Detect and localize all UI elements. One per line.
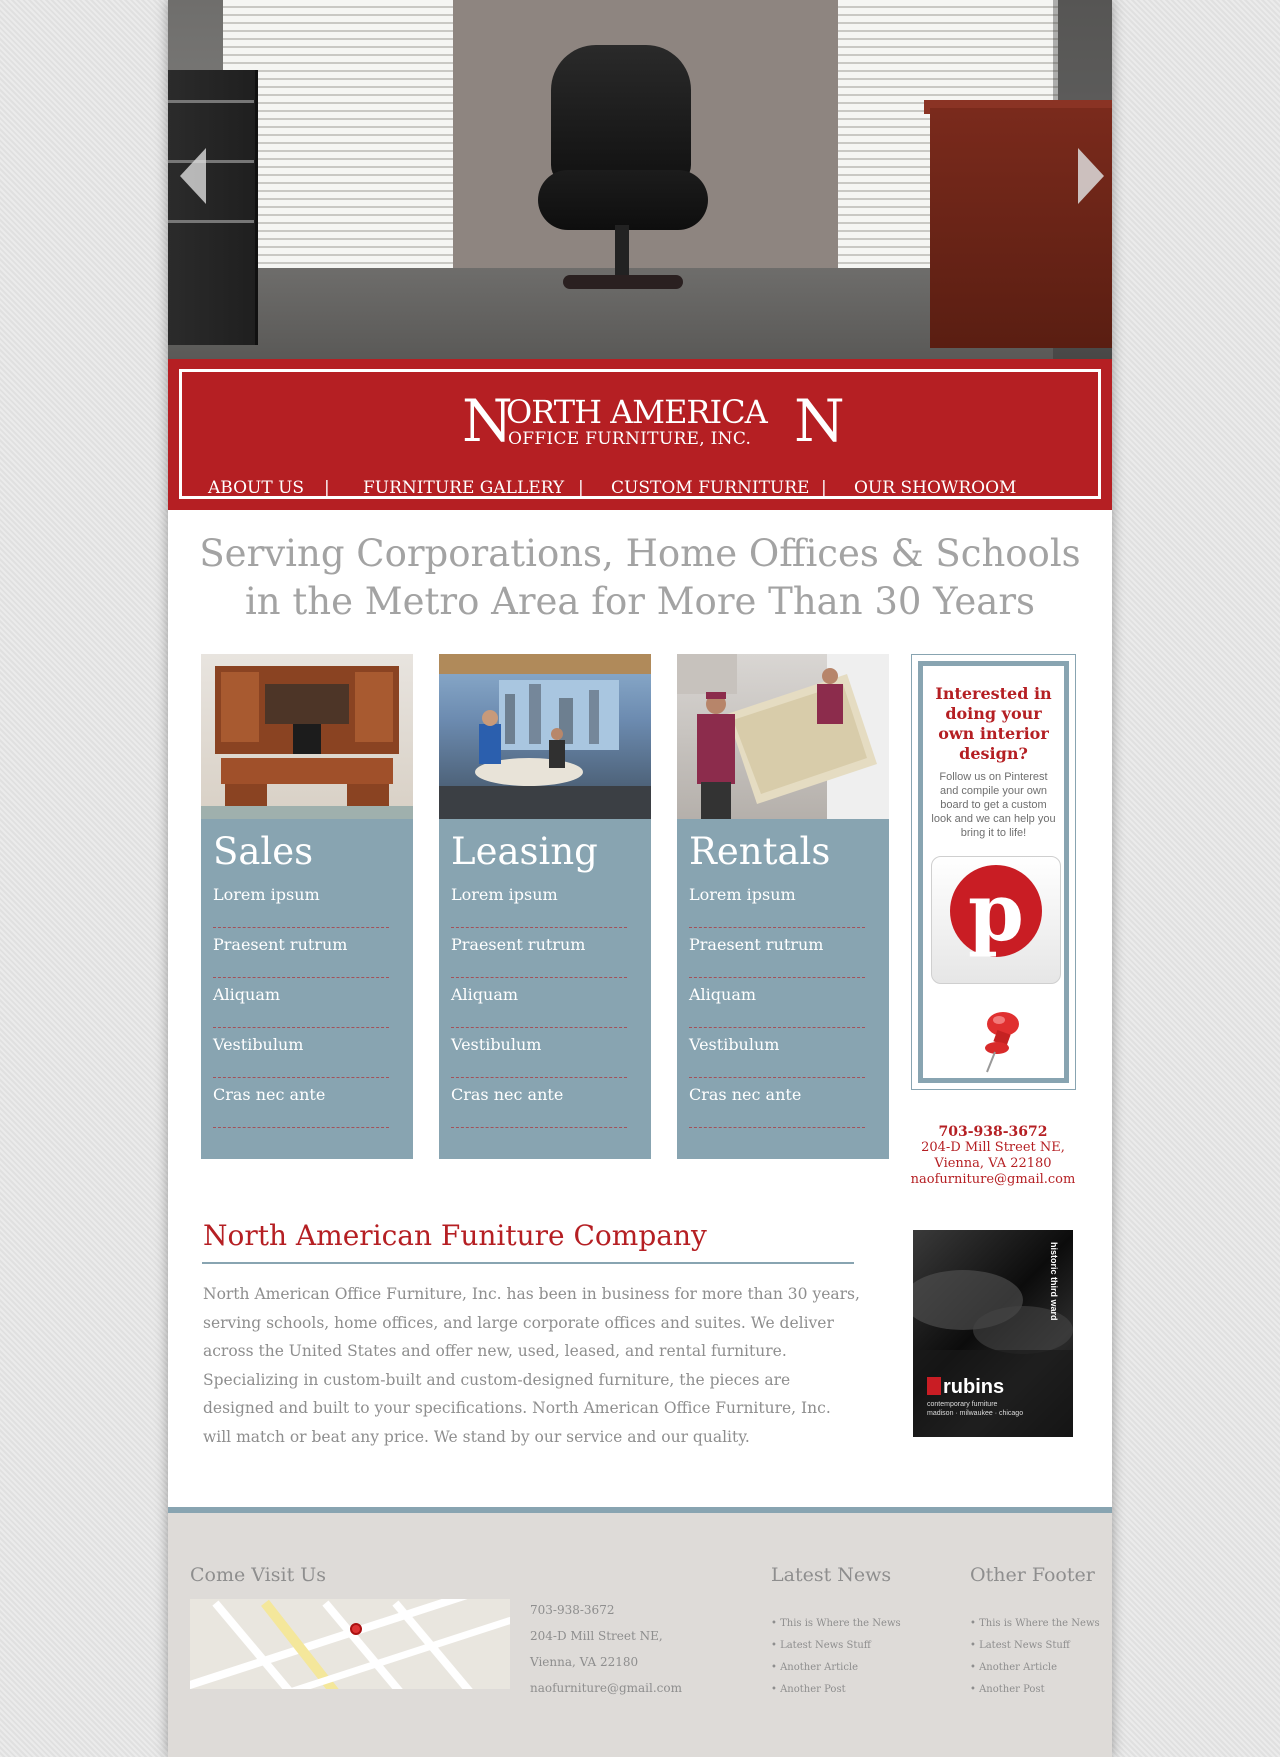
footer-news-link[interactable]: Latest News Stuff bbox=[771, 1635, 901, 1657]
nav-our-showroom[interactable]: OUR SHOWROOM bbox=[854, 476, 1016, 500]
ad-brand: rubins bbox=[927, 1376, 1004, 1398]
rubins-ad[interactable]: rubins contemporary furniture madison · … bbox=[913, 1230, 1073, 1437]
office-chair-seat bbox=[538, 170, 708, 230]
sales-photo bbox=[201, 654, 413, 819]
ad-subtitle: contemporary furniture bbox=[927, 1401, 998, 1408]
service-item[interactable]: Praesent rutrum bbox=[213, 928, 389, 978]
nav-custom-furniture[interactable]: CUSTOM FURNITURE bbox=[611, 476, 809, 500]
contact-street: 204-D Mill Street NE, bbox=[921, 1140, 1065, 1155]
footer-other-list: This is Where the News Latest News Stuff… bbox=[970, 1613, 1100, 1701]
ad-side-text: historic third ward bbox=[1049, 1242, 1059, 1321]
footer-other-title: Other Footer bbox=[970, 1564, 1095, 1586]
pushpin-icon bbox=[985, 1012, 1019, 1073]
office-chair-pole bbox=[615, 225, 629, 280]
footer-news-link[interactable]: This is Where the News bbox=[771, 1613, 901, 1635]
footer-news-link[interactable]: Another Post bbox=[771, 1679, 901, 1701]
office-chair-base bbox=[563, 275, 683, 289]
about-divider bbox=[202, 1262, 854, 1264]
contact-email[interactable]: naofurniture@gmail.com bbox=[903, 1172, 1083, 1188]
contact-phone[interactable]: 703-938-3672 bbox=[903, 1124, 1083, 1140]
footer-street: 204-D Mill Street NE, bbox=[530, 1629, 663, 1643]
rentals-photo bbox=[677, 654, 889, 819]
nav-separator: | bbox=[821, 478, 827, 498]
footer-contact: 703-938-3672 204-D Mill Street NE, Vienn… bbox=[530, 1597, 730, 1701]
footer-news-list: This is Where the News Latest News Stuff… bbox=[771, 1613, 901, 1701]
footer-other-link[interactable]: Latest News Stuff bbox=[970, 1635, 1100, 1657]
footer-news-title: Latest News bbox=[771, 1564, 892, 1586]
service-item[interactable]: Lorem ipsum bbox=[213, 878, 389, 928]
about-title: North American Funiture Company bbox=[203, 1219, 707, 1252]
pinterest-logo-button[interactable]: p bbox=[931, 856, 1061, 984]
nav-separator: | bbox=[578, 478, 584, 498]
service-item[interactable]: Cras nec ante bbox=[451, 1078, 627, 1128]
service-item[interactable]: Aliquam bbox=[213, 978, 389, 1028]
tagline: Serving Corporations, Home Offices & Sch… bbox=[168, 530, 1112, 626]
pinterest-promo-frame: Interested in doing your own interior de… bbox=[918, 661, 1069, 1083]
service-list-leasing: Lorem ipsum Praesent rutrum Aliquam Vest… bbox=[451, 878, 627, 1128]
pinterest-icon: p bbox=[950, 865, 1042, 959]
about-body: North American Office Furniture, Inc. ha… bbox=[203, 1285, 860, 1446]
service-title-leasing: Leasing bbox=[451, 830, 598, 873]
service-list-rentals: Lorem ipsum Praesent rutrum Aliquam Vest… bbox=[689, 878, 865, 1128]
pinterest-promo-text: Follow us on Pinterest and compile your … bbox=[931, 771, 1056, 839]
pinterest-promo-title: Interested in doing your own interior de… bbox=[935, 684, 1052, 763]
service-list-sales: Lorem ipsum Praesent rutrum Aliquam Vest… bbox=[213, 878, 389, 1128]
service-item[interactable]: Praesent rutrum bbox=[451, 928, 627, 978]
map-marker-icon bbox=[350, 1623, 362, 1635]
header-frame: N ORTH AMERICA N OFFICE FURNITURE, INC. … bbox=[179, 369, 1101, 499]
service-title-sales: Sales bbox=[213, 830, 314, 873]
desk-image bbox=[930, 108, 1112, 348]
footer-visit-title: Come Visit Us bbox=[190, 1564, 327, 1586]
contact-city: Vienna, VA 22180 bbox=[934, 1156, 1052, 1171]
pinterest-promo: Interested in doing your own interior de… bbox=[911, 654, 1076, 1090]
site-footer: Come Visit Us 703-938-3672 204-D Mill St… bbox=[168, 1507, 1112, 1757]
logo-line1: ORTH AMERICA bbox=[506, 393, 768, 431]
contact-info: 703-938-3672 204-D Mill Street NE, Vienn… bbox=[903, 1124, 1083, 1188]
service-item[interactable]: Aliquam bbox=[689, 978, 865, 1028]
service-item[interactable]: Aliquam bbox=[451, 978, 627, 1028]
nav-separator: | bbox=[324, 478, 330, 498]
service-item[interactable]: Cras nec ante bbox=[689, 1078, 865, 1128]
footer-other-link[interactable]: Another Post bbox=[970, 1679, 1100, 1701]
service-card-rentals: Rentals Lorem ipsum Praesent rutrum Aliq… bbox=[677, 654, 889, 1159]
service-item[interactable]: Vestibulum bbox=[451, 1028, 627, 1078]
footer-other-link[interactable]: This is Where the News bbox=[970, 1613, 1100, 1635]
footer-other-link[interactable]: Another Article bbox=[970, 1657, 1100, 1679]
ad-sub: contemporary furniture madison · milwauk… bbox=[927, 1400, 1023, 1418]
leasing-photo bbox=[439, 654, 651, 819]
nav-about-us[interactable]: ABOUT US bbox=[208, 476, 304, 500]
file-cabinet-image bbox=[168, 70, 258, 345]
site-header: N ORTH AMERICA N OFFICE FURNITURE, INC. … bbox=[168, 359, 1112, 510]
service-item[interactable]: Lorem ipsum bbox=[451, 878, 627, 928]
slider-prev-arrow-icon[interactable] bbox=[180, 148, 206, 204]
footer-phone[interactable]: 703-938-3672 bbox=[530, 1597, 730, 1623]
slider-next-arrow-icon[interactable] bbox=[1078, 148, 1104, 204]
footer-email[interactable]: naofurniture@gmail.com bbox=[530, 1675, 730, 1701]
page-container: N ORTH AMERICA N OFFICE FURNITURE, INC. … bbox=[168, 0, 1112, 1757]
main-nav: ABOUT US | FURNITURE GALLERY | CUSTOM FU… bbox=[204, 476, 1104, 500]
service-item[interactable]: Cras nec ante bbox=[213, 1078, 389, 1128]
tagline-line1: Serving Corporations, Home Offices & Sch… bbox=[199, 532, 1081, 575]
ad-locations: madison · milwaukee · chicago bbox=[927, 1410, 1024, 1417]
service-card-sales: Sales Lorem ipsum Praesent rutrum Aliqua… bbox=[201, 654, 413, 1159]
rubins-mark-icon bbox=[927, 1377, 941, 1395]
footer-news-link[interactable]: Another Article bbox=[771, 1657, 901, 1679]
location-map[interactable] bbox=[190, 1599, 510, 1689]
service-title-rentals: Rentals bbox=[689, 830, 831, 873]
logo-initial-right: N bbox=[794, 387, 845, 455]
tagline-line2: in the Metro Area for More Than 30 Years bbox=[244, 580, 1036, 623]
logo-line2: OFFICE FURNITURE, INC. bbox=[508, 429, 752, 449]
hero-slider bbox=[168, 0, 1112, 359]
service-item[interactable]: Praesent rutrum bbox=[689, 928, 865, 978]
footer-city: Vienna, VA 22180 bbox=[530, 1655, 639, 1669]
nav-furniture-gallery[interactable]: FURNITURE GALLERY bbox=[363, 476, 564, 500]
service-item[interactable]: Vestibulum bbox=[213, 1028, 389, 1078]
service-item[interactable]: Lorem ipsum bbox=[689, 878, 865, 928]
office-chair-image bbox=[551, 45, 691, 185]
site-logo[interactable]: N ORTH AMERICA N OFFICE FURNITURE, INC. bbox=[462, 392, 845, 452]
ad-brand-name: rubins bbox=[943, 1376, 1005, 1398]
service-item[interactable]: Vestibulum bbox=[689, 1028, 865, 1078]
service-card-leasing: Leasing Lorem ipsum Praesent rutrum Aliq… bbox=[439, 654, 651, 1159]
